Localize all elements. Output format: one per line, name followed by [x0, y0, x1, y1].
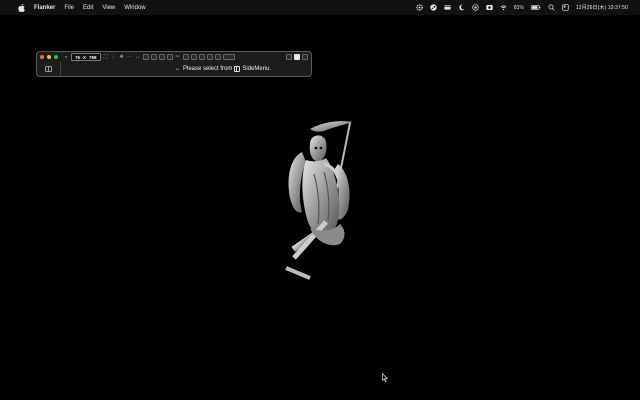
steam-icon[interactable] [430, 4, 437, 11]
flanker-window: ◒ 76 X 768 ⛶ ⋮ ✥ ⋯ ↔ ✂ ← Please select f… [36, 51, 312, 77]
tool-button-4-icon[interactable] [166, 54, 173, 60]
fullscreen-icon[interactable]: ⛶ [103, 54, 109, 60]
wifi-icon[interactable] [500, 4, 507, 11]
view-mode-1-icon[interactable] [286, 54, 292, 60]
select-hint: ← Please select from SideMenu. [175, 66, 271, 72]
tool-button-5-icon[interactable] [182, 54, 189, 60]
tool-button-3-icon[interactable] [158, 54, 165, 60]
grim-reaper-statue [280, 118, 360, 284]
focus-icon[interactable] [472, 4, 479, 11]
view-mode-controls [286, 54, 311, 60]
hat-icon[interactable]: ◒ [63, 54, 69, 60]
gear-icon[interactable] [416, 4, 423, 11]
scissors-icon[interactable]: ✂ [175, 54, 181, 60]
tool-button-2-icon[interactable] [150, 54, 157, 60]
minimize-button[interactable] [47, 55, 51, 59]
menu-edit[interactable]: Edit [83, 5, 93, 11]
times-symbol: X [83, 54, 87, 60]
screen-record-icon[interactable] [486, 4, 493, 11]
width-value[interactable]: 76 [75, 55, 80, 60]
tool-button-9-icon[interactable] [214, 54, 221, 60]
size-field[interactable]: 76 X 768 [71, 53, 101, 61]
tool-button-1-icon[interactable] [142, 54, 149, 60]
tool-button-6-icon[interactable] [190, 54, 197, 60]
tool-button-7-icon[interactable] [198, 54, 205, 60]
mouse-cursor-icon [382, 373, 388, 382]
tool-button-8-icon[interactable] [206, 54, 213, 60]
menu-clock[interactable]: 12月26日(木) 10:37:50 [576, 4, 628, 11]
view-mode-2-icon[interactable] [294, 54, 300, 60]
separator-icon: ⋮ [111, 54, 117, 60]
menu-bar: Flanker File Edit View Window 81% 12月26日… [0, 0, 640, 15]
left-arrow-icon: ← [175, 66, 181, 72]
height-value[interactable]: 768 [89, 55, 97, 60]
window-toolbar: ◒ 76 X 768 ⛶ ⋮ ✥ ⋯ ↔ ✂ [37, 52, 311, 62]
app-menu[interactable]: Flanker [34, 5, 55, 11]
move-icon[interactable]: ✥ [119, 54, 125, 60]
sidebar-toggle-icon[interactable] [45, 66, 52, 72]
sidemenu-icon [234, 66, 241, 72]
tool-wide-button-icon[interactable] [222, 54, 235, 60]
view-mode-3-icon[interactable] [302, 54, 308, 60]
hint-suffix: SideMenu. [242, 66, 272, 72]
close-button[interactable] [40, 55, 44, 59]
size-controls: ◒ 76 X 768 ⛶ ⋮ ✥ ⋯ ↔ ✂ [63, 53, 235, 61]
moon-icon[interactable] [458, 4, 465, 11]
control-center-icon[interactable] [562, 4, 569, 11]
battery-icon[interactable] [531, 4, 541, 11]
menu-window[interactable]: Window [124, 5, 145, 11]
menu-file[interactable]: File [64, 5, 74, 11]
card-icon[interactable] [444, 4, 451, 11]
menu-view[interactable]: View [102, 5, 115, 11]
zoom-button[interactable] [54, 55, 58, 59]
resize-icon[interactable]: ↔ [135, 54, 141, 60]
search-icon[interactable] [548, 4, 555, 11]
dots-icon[interactable]: ⋯ [127, 54, 133, 60]
sidebar-divider [60, 62, 61, 76]
battery-percent: 81% [513, 4, 524, 11]
hint-prefix: Please select from [183, 66, 233, 72]
traffic-lights [37, 55, 58, 59]
apple-icon[interactable] [18, 3, 25, 12]
